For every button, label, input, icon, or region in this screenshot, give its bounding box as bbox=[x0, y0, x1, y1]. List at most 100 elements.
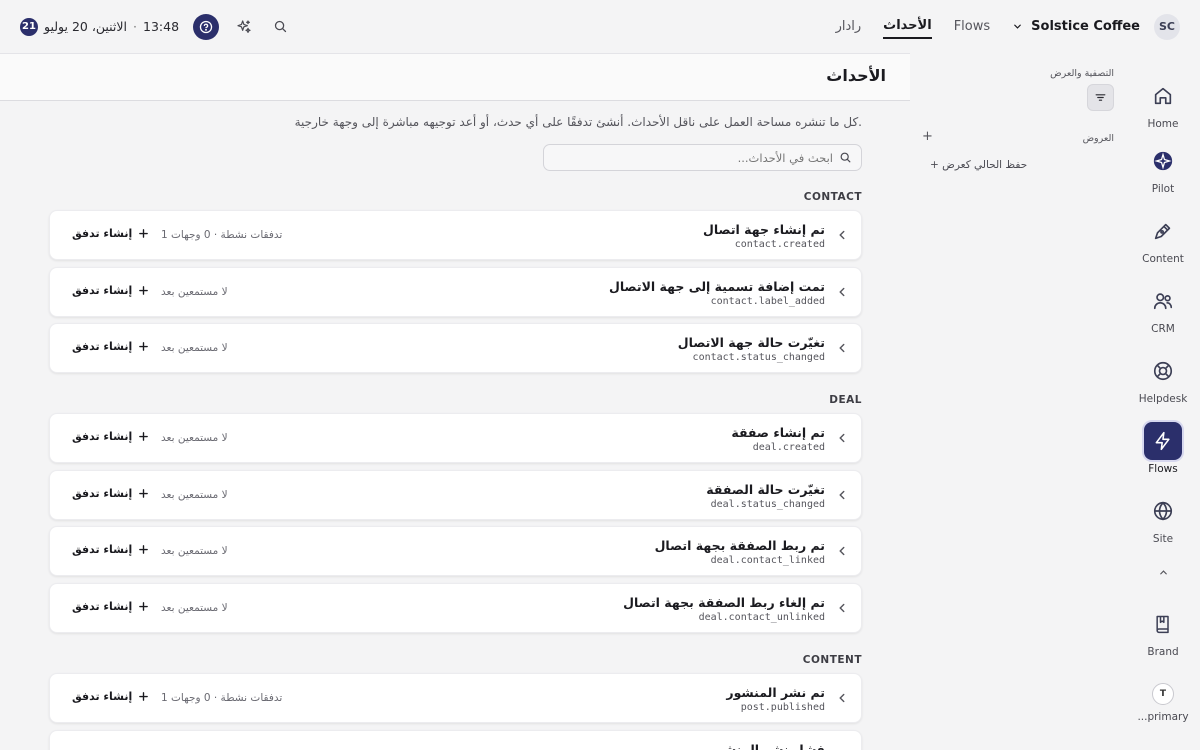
chevron-left-icon bbox=[839, 490, 845, 500]
filter-icon bbox=[1095, 94, 1106, 101]
event-row[interactable]: فشل نشر المنشور bbox=[49, 730, 862, 750]
sparkle-button[interactable] bbox=[233, 16, 255, 38]
create-flow-button[interactable]: إنشاء تدفق bbox=[72, 600, 149, 613]
sidebar-item-site[interactable]: Site bbox=[1126, 492, 1200, 545]
event-key: post.published bbox=[740, 702, 825, 713]
event-title: تم إلغاء ربط الصفقة بجهة اتصال bbox=[623, 595, 825, 610]
event-listeners: لا مستمعين بعد bbox=[161, 342, 228, 354]
sidebar-item-flows[interactable]: Flows bbox=[1126, 422, 1200, 475]
sidebar-item-content[interactable]: Content bbox=[1126, 212, 1200, 265]
search-icon bbox=[840, 152, 851, 163]
create-flow-label: إنشاء تدفق bbox=[72, 690, 133, 703]
plus-icon bbox=[139, 286, 149, 295]
plus-icon bbox=[139, 229, 149, 238]
search-icon bbox=[274, 20, 286, 33]
sidebar-item-label: Helpdesk bbox=[1138, 393, 1188, 405]
tab-flows[interactable]: Flows bbox=[954, 15, 990, 38]
group-label-content: CONTENT bbox=[802, 654, 862, 666]
sidebar-item-label: Brand bbox=[1147, 646, 1179, 658]
tab-radar[interactable]: رادار bbox=[836, 15, 862, 38]
search-button[interactable] bbox=[269, 16, 291, 38]
event-title: تم نشر المنشور bbox=[726, 685, 825, 700]
create-flow-button[interactable]: إنشاء تدفق bbox=[72, 284, 149, 297]
event-row[interactable]: تم ربط الصفقة بجهة اتصال deal.contact_li… bbox=[49, 526, 862, 576]
create-flow-label: إنشاء تدفق bbox=[72, 543, 133, 556]
workspace-name: Solstice Coffee bbox=[1031, 19, 1140, 34]
plus-icon bbox=[139, 602, 149, 611]
event-title: تغيّرت حالة جهة الاتصال bbox=[677, 335, 825, 350]
filter-panel: التصفية والعرض + العروض + حفظ الحالي كعر… bbox=[912, 53, 1124, 750]
event-title: تم ربط الصفقة بجهة اتصال bbox=[654, 538, 825, 553]
event-row[interactable]: تم إنشاء صفقة deal.created لا مستمعين بع… bbox=[49, 413, 862, 463]
tab-events[interactable]: الأحداث bbox=[883, 14, 932, 39]
event-title: فشل نشر المنشور bbox=[708, 742, 825, 750]
chevron-left-icon bbox=[839, 230, 845, 240]
event-key: deal.contact_linked bbox=[710, 555, 825, 566]
sidebar-item-home[interactable]: Home bbox=[1126, 77, 1200, 130]
sidebar-item-label: ...primary bbox=[1137, 711, 1189, 723]
event-row[interactable]: تغيّرت حالة جهة الاتصال contact.status_c… bbox=[49, 323, 862, 373]
notification-badge[interactable]: 21 bbox=[20, 17, 38, 36]
event-listeners: لا مستمعين بعد bbox=[161, 286, 228, 298]
create-flow-button[interactable]: إنشاء تدفق bbox=[72, 340, 149, 353]
chevron-up-icon bbox=[1159, 570, 1167, 575]
plus-icon bbox=[139, 489, 149, 498]
plus-icon bbox=[139, 432, 149, 441]
event-row[interactable]: تم إلغاء ربط الصفقة بجهة اتصال deal.cont… bbox=[49, 583, 862, 633]
chevron-left-icon bbox=[839, 343, 845, 353]
create-flow-label: إنشاء تدفق bbox=[72, 430, 133, 443]
create-flow-button[interactable]: إنشاء تدفق bbox=[72, 430, 149, 443]
sparkle-icon bbox=[237, 19, 251, 33]
date-time: الاثنين، 20 يوليو · 13:48 bbox=[44, 19, 179, 34]
create-flow-label: إنشاء تدفق bbox=[72, 487, 133, 500]
sidebar-item-label: Content bbox=[1142, 253, 1184, 265]
sidebar-item-label: CRM bbox=[1151, 323, 1175, 335]
create-flow-button[interactable]: إنشاء تدفق bbox=[72, 543, 149, 556]
event-row[interactable]: تمت إضافة تسمية إلى جهة الاتصال contact.… bbox=[49, 267, 862, 317]
event-key: contact.status_changed bbox=[692, 352, 825, 363]
views-label: العروض bbox=[1082, 133, 1114, 144]
sidebar-item-pilot[interactable]: Pilot bbox=[1126, 142, 1200, 195]
sidebar-item-tenant[interactable]: T ...primary bbox=[1126, 683, 1200, 723]
event-row[interactable]: تغيّرت حالة الصفقة deal.status_changed ل… bbox=[49, 470, 862, 520]
event-listeners: لا مستمعين بعد bbox=[161, 545, 228, 557]
user-avatar[interactable]: SC bbox=[1154, 13, 1180, 40]
event-listeners: 1 تدفقات نشطة · 0 وجهات bbox=[161, 229, 283, 241]
sidebar-item-label: Site bbox=[1152, 533, 1174, 545]
sidebar-item-crm[interactable]: CRM bbox=[1126, 282, 1200, 335]
filter-button[interactable] bbox=[1087, 84, 1114, 111]
event-row[interactable]: تم نشر المنشور post.published 1 تدفقات ن… bbox=[49, 673, 862, 723]
create-flow-label: إنشاء تدفق bbox=[72, 340, 133, 353]
sidebar-item-label: Pilot bbox=[1151, 183, 1175, 195]
create-flow-button[interactable]: إنشاء تدفق bbox=[72, 690, 149, 703]
chevron-left-icon bbox=[839, 287, 845, 297]
events-search-input[interactable] bbox=[563, 150, 833, 165]
save-view-button[interactable]: + حفظ الحالي كعرض bbox=[930, 159, 1027, 171]
book-icon bbox=[1156, 615, 1169, 634]
event-key: contact.label_added bbox=[710, 296, 825, 307]
create-flow-button[interactable]: إنشاء تدفق bbox=[72, 227, 149, 240]
top-bar: 21 الاثنين، 20 يوليو · 13:48 رادار الأحد… bbox=[0, 0, 1200, 53]
event-title: تم إنشاء جهة اتصال bbox=[702, 222, 825, 237]
event-row[interactable]: تم إنشاء جهة اتصال contact.created 1 تدف… bbox=[49, 210, 862, 260]
date-time-separator: · bbox=[133, 19, 137, 34]
add-view-button[interactable]: + bbox=[922, 129, 933, 144]
sidebar-item-helpdesk[interactable]: Helpdesk bbox=[1126, 352, 1200, 405]
workspace-switcher[interactable]: Solstice Coffee bbox=[1012, 19, 1140, 34]
page-header: الأحداث bbox=[0, 53, 910, 101]
help-button[interactable] bbox=[193, 13, 220, 40]
chevron-left-icon bbox=[839, 693, 845, 703]
group-label-deal: DEAL bbox=[829, 394, 862, 406]
chevron-left-icon bbox=[839, 546, 845, 556]
event-key: deal.status_changed bbox=[710, 499, 825, 510]
sidebar-collapse-button[interactable] bbox=[1126, 563, 1200, 582]
globe-icon bbox=[1153, 501, 1173, 521]
create-flow-label: إنشاء تدفق bbox=[72, 284, 133, 297]
create-flow-button[interactable]: إنشاء تدفق bbox=[72, 487, 149, 500]
sidebar-item-brand[interactable]: Brand bbox=[1126, 605, 1200, 658]
help-icon bbox=[199, 20, 213, 33]
plus-icon bbox=[139, 692, 149, 701]
sidebar-item-label: Home bbox=[1147, 118, 1179, 130]
event-key: deal.contact_unlinked bbox=[698, 612, 825, 623]
pen-icon bbox=[1154, 223, 1171, 240]
